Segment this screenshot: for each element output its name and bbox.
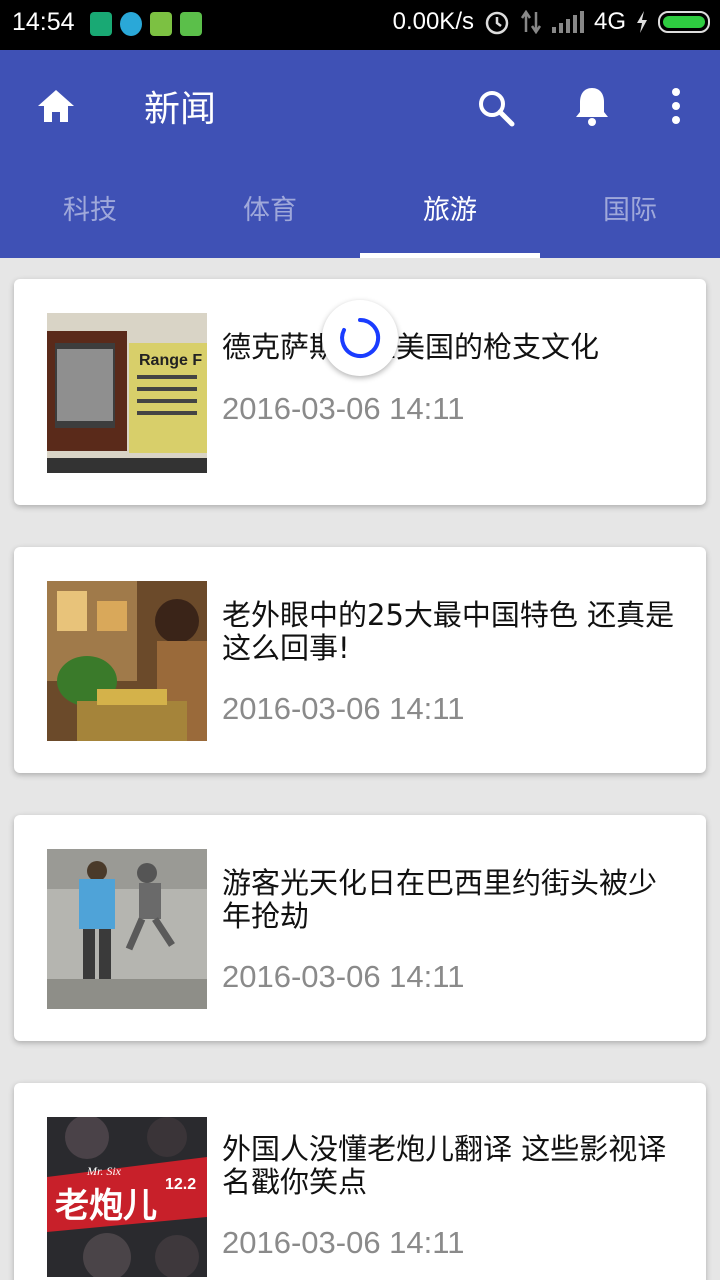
bell-icon[interactable] bbox=[572, 84, 612, 128]
tab-international[interactable]: 国际 bbox=[540, 178, 720, 258]
poster-title-text: 老炮儿 bbox=[55, 1186, 157, 1226]
refresh-spinner-icon bbox=[340, 317, 381, 358]
net-speed: 0.00K/s bbox=[392, 8, 474, 35]
data-arrows-icon bbox=[520, 10, 542, 34]
news-date: 2016-03-06 14:11 bbox=[222, 959, 465, 994]
page-title: 新闻 bbox=[144, 89, 217, 130]
news-date: 2016-03-06 14:11 bbox=[222, 1225, 465, 1260]
more-vert-icon[interactable] bbox=[664, 86, 688, 126]
loading-spinner bbox=[322, 300, 398, 376]
home-icon[interactable] bbox=[34, 84, 78, 128]
tab-travel[interactable]: 旅游 bbox=[360, 178, 540, 258]
poster-date-text: 12.2 bbox=[165, 1176, 196, 1193]
network-type: 4G bbox=[593, 8, 626, 35]
tab-sports[interactable]: 体育 bbox=[180, 178, 360, 258]
status-right: 0.00K/s 4G bbox=[393, 8, 710, 36]
news-date: 2016-03-06 14:11 bbox=[222, 691, 465, 726]
news-date: 2016-03-06 14:11 bbox=[222, 391, 465, 426]
news-thumbnail bbox=[47, 849, 207, 1009]
news-title: 游客光天化日在巴西里约街头被少年抢劫 bbox=[222, 866, 658, 933]
clock-notification-icon bbox=[120, 12, 142, 36]
news-card[interactable]: 老炮儿 Mr. Six 12.2 外国人没懂老炮儿翻译 这些影视译名戳你笑点 2… bbox=[14, 1083, 706, 1280]
search-icon[interactable] bbox=[474, 86, 518, 130]
battery-icon bbox=[658, 11, 710, 33]
news-title: 德克萨斯体验美国的枪支文化 bbox=[222, 330, 600, 364]
notification-icons bbox=[90, 12, 202, 36]
news-thumbnail bbox=[47, 581, 207, 741]
category-tabs: 科技 体育 旅游 国际 bbox=[0, 178, 720, 258]
status-bar: 14:54 0.00K/s 4G bbox=[0, 0, 720, 50]
charging-icon bbox=[637, 11, 647, 33]
range-sign-text: Range F bbox=[139, 352, 202, 369]
news-thumbnail: Range F bbox=[47, 313, 207, 473]
status-time: 14:54 bbox=[12, 8, 75, 36]
app-bar: 新闻 科技 体育 旅游 国际 bbox=[0, 50, 720, 258]
alarm-icon bbox=[485, 11, 509, 35]
battery-notification-icon bbox=[150, 12, 172, 36]
news-title: 老外眼中的25大最中国特色 还真是这么回事! bbox=[222, 598, 675, 665]
shield-notification-icon bbox=[90, 12, 112, 36]
news-card[interactable]: 老外眼中的25大最中国特色 还真是这么回事! 2016-03-06 14:11 bbox=[14, 547, 706, 773]
news-thumbnail: 老炮儿 Mr. Six 12.2 bbox=[47, 1117, 207, 1277]
android-notification-icon bbox=[180, 12, 202, 36]
tab-tech[interactable]: 科技 bbox=[0, 178, 180, 258]
news-title: 外国人没懂老炮儿翻译 这些影视译名戳你笑点 bbox=[222, 1132, 667, 1199]
news-card[interactable]: 游客光天化日在巴西里约街头被少年抢劫 2016-03-06 14:11 bbox=[14, 815, 706, 1041]
signal-icon bbox=[551, 11, 584, 33]
poster-english-title: Mr. Six bbox=[86, 1164, 122, 1178]
